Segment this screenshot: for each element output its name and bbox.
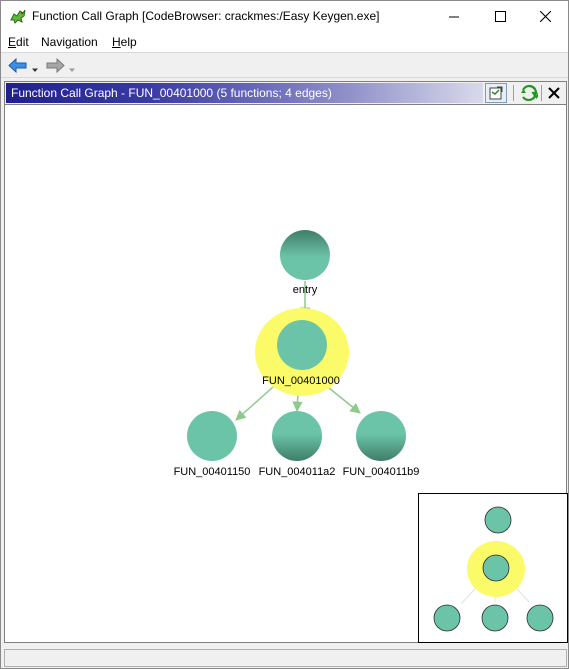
back-dropdown-chevron-icon[interactable] (31, 62, 39, 79)
status-bar (4, 649, 567, 667)
maximize-button[interactable] (477, 1, 523, 32)
graph-node-fun-00401150[interactable] (187, 411, 237, 461)
menu-help[interactable]: Help (112, 35, 137, 49)
window-title: Function Call Graph [CodeBrowser: crackm… (32, 9, 380, 23)
minimize-button[interactable] (431, 1, 477, 32)
panel-title-bar: Function Call Graph - FUN_00401000 (5 fu… (6, 83, 483, 103)
maximize-icon (494, 11, 506, 22)
satellite-view[interactable] (418, 493, 568, 643)
app-window: Function Call Graph [CodeBrowser: crackm… (0, 0, 569, 669)
satellite-node-fun-004011a2 (481, 604, 509, 632)
satellite-svg (433, 506, 554, 632)
refresh-button[interactable] (518, 83, 540, 103)
close-icon (539, 11, 551, 22)
minimize-icon (449, 16, 459, 17)
panel-separator (541, 85, 542, 101)
panel-separator (513, 85, 514, 101)
menu-edit[interactable]: Edit (8, 35, 29, 49)
satellite-node-fun-00401000 (482, 554, 510, 582)
panel-title: Function Call Graph - FUN_00401000 (5 fu… (11, 86, 332, 100)
node-label-fun-004011b9: FUN_004011b9 (342, 466, 420, 478)
panel-header: Function Call Graph - FUN_00401000 (5 fu… (4, 81, 567, 105)
graph-node-entry[interactable] (280, 230, 330, 280)
back-arrow-icon[interactable] (8, 57, 28, 74)
export-graph-icon (489, 86, 503, 100)
dragon-app-icon (10, 9, 26, 24)
toolbar (1, 52, 568, 78)
edge-fun-00401000-to-fun-004011b9 (328, 387, 361, 414)
forward-dropdown-chevron-icon[interactable] (68, 62, 76, 79)
forward-arrow-icon[interactable] (45, 57, 65, 74)
close-icon (548, 87, 560, 99)
graph-node-fun-004011a2[interactable] (272, 411, 322, 461)
satellite-node-fun-004011b9 (526, 604, 554, 632)
menu-navigation[interactable]: Navigation (41, 35, 98, 49)
menu-bar: Edit Navigation Help (1, 32, 568, 52)
export-graph-button[interactable] (485, 83, 507, 103)
satellite-node-entry (484, 506, 512, 534)
call-graph-canvas[interactable]: entry FUN_00401000 FUN_00401150 FUN_0040… (4, 105, 568, 643)
title-bar: Function Call Graph [CodeBrowser: crackm… (1, 1, 568, 32)
edge-fun-00401000-to-fun-00401150 (235, 386, 274, 421)
satellite-node-fun-00401150 (433, 604, 461, 632)
node-label-entry: entry (292, 284, 318, 296)
graph-node-fun-004011b9[interactable] (356, 411, 406, 461)
node-label-fun-00401000: FUN_00401000 (262, 375, 340, 387)
refresh-icon (521, 84, 538, 102)
node-label-fun-00401150: FUN_00401150 (173, 466, 251, 478)
node-label-fun-004011a2: FUN_004011a2 (258, 466, 336, 478)
close-window-button[interactable] (522, 1, 568, 32)
close-panel-button[interactable] (543, 83, 565, 103)
graph-node-fun-00401000[interactable] (277, 320, 327, 370)
